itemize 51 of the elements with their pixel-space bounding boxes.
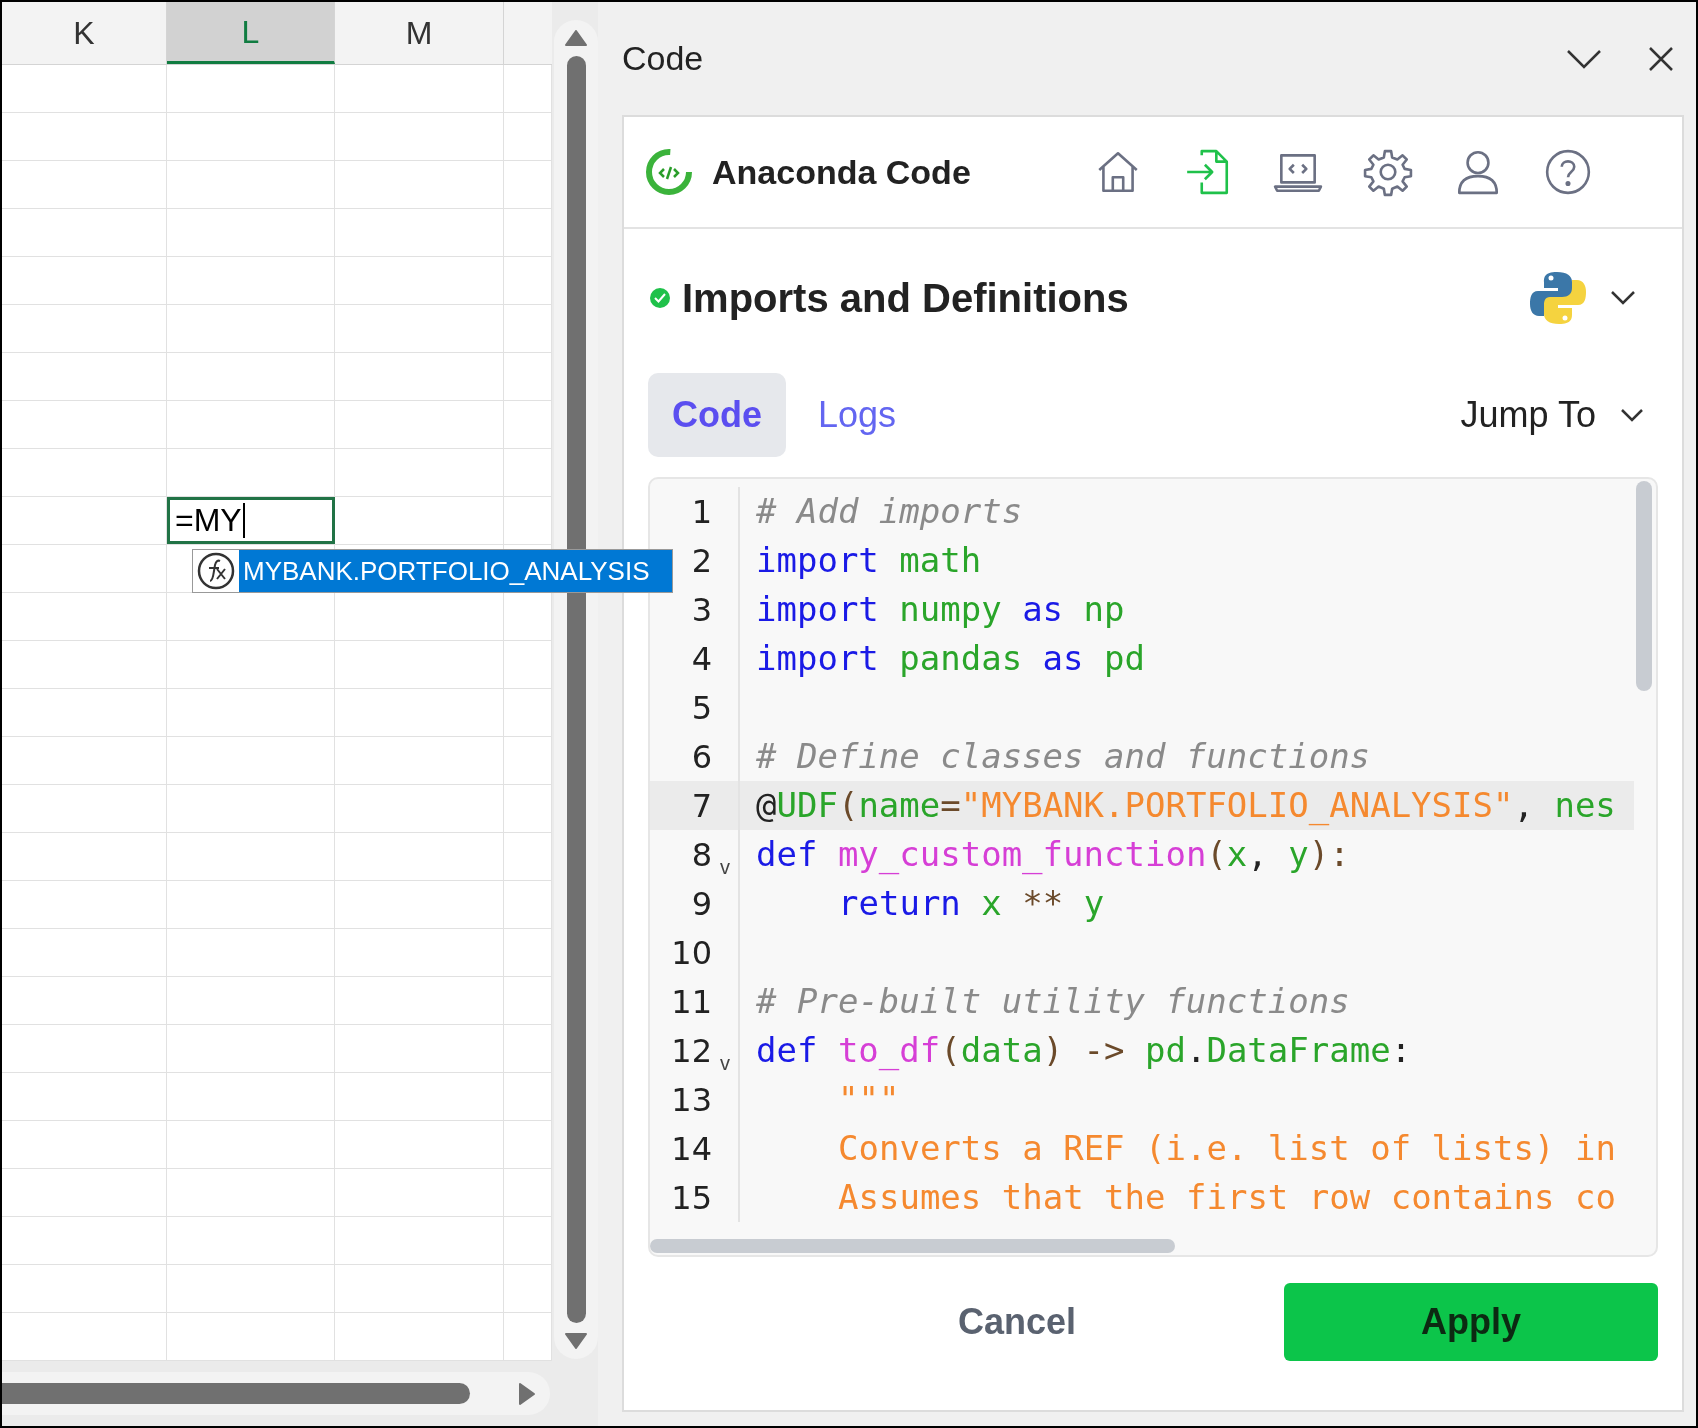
line-number: 14	[670, 1128, 712, 1170]
code-line: def my_custom_function(x, y):	[755, 833, 1351, 877]
chevron-down-icon	[1620, 408, 1644, 422]
line-number: 11	[670, 981, 712, 1023]
line-number: 12	[670, 1030, 712, 1072]
line-number: 15	[670, 1177, 712, 1219]
code-line: import math	[755, 539, 983, 582]
pane-title: Code	[622, 38, 705, 79]
scroll-right-icon[interactable]	[518, 1381, 536, 1406]
close-icon[interactable]	[1648, 45, 1674, 72]
code-line: Converts a REF (i.e. list of lists) in	[837, 1127, 1617, 1170]
fold-marker[interactable]: v	[720, 857, 730, 877]
line-number: 2	[690, 540, 712, 582]
fold-marker[interactable]: v	[720, 1053, 730, 1073]
line-number: 9	[690, 883, 712, 925]
app-logo-icon[interactable]	[644, 147, 694, 197]
code-line: # Pre-built utility functions	[755, 980, 1351, 1023]
apply-button[interactable]: Apply	[1284, 1283, 1658, 1361]
dropdown-chevron-icon[interactable]	[1610, 290, 1636, 306]
autocomplete-item[interactable]: MYBANK.PORTFOLIO_ANALYSIS	[239, 550, 672, 592]
scrollbar-thumb[interactable]	[650, 1239, 1175, 1253]
scrollbar-thumb[interactable]	[2, 1383, 470, 1404]
line-number: 3	[690, 589, 712, 631]
jump-to-dropdown[interactable]: Jump To	[1460, 388, 1644, 442]
horizontal-scrollbar[interactable]	[2, 1372, 550, 1415]
line-number: 4	[690, 638, 712, 680]
scrollbar-thumb[interactable]	[1636, 481, 1652, 691]
tab[interactable]: Logs	[794, 373, 921, 457]
code-line: import pandas as pd	[755, 637, 1146, 680]
settings-icon[interactable]	[1362, 147, 1414, 197]
code-line: return x ** y	[837, 882, 1106, 925]
line-number: 13	[670, 1079, 712, 1121]
collapse-chevron-icon[interactable]	[1566, 48, 1602, 69]
cancel-button[interactable]: Cancel	[938, 1285, 1097, 1359]
line-number: 8	[690, 834, 712, 876]
code-line: def to_df(data) -> pd.DataFrame:	[755, 1029, 1413, 1073]
section-title: Imports and Definitions	[682, 275, 1130, 322]
code-line: """	[837, 1078, 901, 1121]
scroll-down-icon[interactable]	[565, 1333, 587, 1349]
line-number: 5	[690, 687, 712, 729]
column-header[interactable]: M	[335, 2, 504, 64]
code-line: # Add imports	[755, 490, 1024, 533]
code-line: Assumes that the first row contains co	[837, 1176, 1617, 1219]
app-name: Anaconda Code	[712, 151, 972, 193]
code-line: import numpy as np	[755, 588, 1126, 631]
line-number: 6	[690, 736, 712, 778]
line-number: 10	[670, 932, 712, 974]
tab[interactable]: Code	[648, 373, 786, 457]
scroll-up-icon[interactable]	[565, 30, 587, 46]
line-number: 1	[690, 491, 712, 533]
code-line: # Define classes and functions	[755, 735, 1372, 778]
